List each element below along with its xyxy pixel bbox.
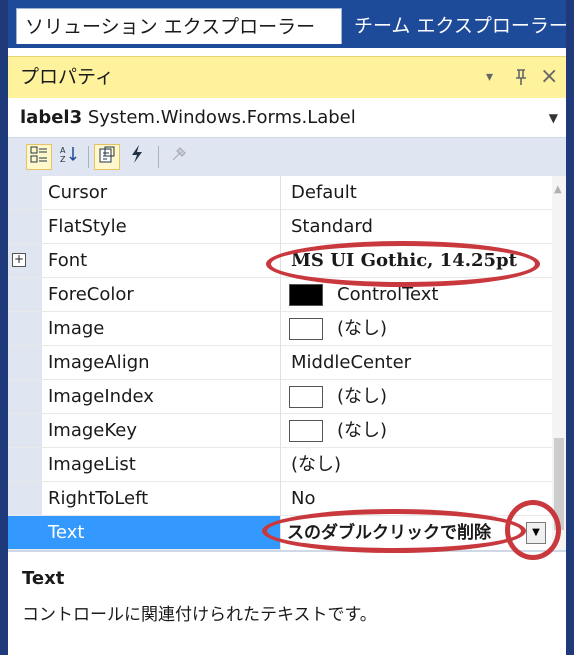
- property-value: Default: [291, 182, 357, 203]
- property-value-cell[interactable]: スのダブルクリックで削除 ▼: [280, 516, 552, 550]
- property-value[interactable]: スのダブルクリックで削除: [287, 516, 491, 550]
- scroll-up-icon[interactable]: ▲: [554, 184, 562, 195]
- property-value-cell[interactable]: (なし): [280, 380, 552, 414]
- property-value: MiddleCenter: [291, 352, 412, 373]
- window-frame-left: [0, 0, 8, 655]
- property-name: ImageAlign: [48, 352, 150, 373]
- property-pages-icon[interactable]: [166, 144, 192, 170]
- image-swatch: [289, 386, 323, 408]
- property-value-cell[interactable]: (なし): [280, 448, 552, 482]
- object-type: System.Windows.Forms.Label: [87, 107, 356, 128]
- image-swatch: [289, 420, 323, 442]
- properties-title-bar: プロパティ ▾ ×: [8, 56, 566, 98]
- property-row-forecolor[interactable]: ForeColor ControlText: [8, 278, 552, 312]
- property-name: ForeColor: [48, 284, 134, 305]
- property-row-font[interactable]: + Font MS UI Gothic, 14.25pt: [8, 244, 552, 278]
- property-value-cell[interactable]: No: [280, 482, 552, 516]
- property-name: ImageIndex: [48, 386, 154, 407]
- toolbar-separator: [88, 146, 89, 168]
- property-value: (なし): [337, 420, 388, 441]
- description-title: Text: [22, 568, 65, 589]
- properties-icon[interactable]: [94, 144, 120, 170]
- property-name: Text: [48, 522, 85, 543]
- image-swatch: [289, 318, 323, 340]
- property-value-cell[interactable]: (なし): [280, 312, 552, 346]
- property-row-imagekey[interactable]: ImageKey (なし): [8, 414, 552, 448]
- events-icon[interactable]: [124, 144, 150, 170]
- property-value-cell[interactable]: Standard: [280, 210, 552, 244]
- close-icon[interactable]: ×: [540, 57, 558, 97]
- categorized-icon[interactable]: [26, 144, 52, 170]
- property-name: Image: [48, 318, 105, 339]
- dropdown-arrow-icon[interactable]: ▾: [486, 57, 493, 97]
- property-name: Cursor: [48, 182, 108, 203]
- property-value: Standard: [291, 216, 373, 237]
- svg-text:Z: Z: [60, 155, 66, 164]
- object-name: label3: [20, 107, 83, 128]
- property-value: MS UI Gothic, 14.25pt: [291, 250, 517, 271]
- property-grid: Cursor Default FlatStyle Standard + Font…: [8, 176, 566, 550]
- alphabetical-icon[interactable]: AZ: [56, 144, 82, 170]
- scrollbar-thumb[interactable]: [554, 438, 564, 530]
- object-label: label3 System.Windows.Forms.Label: [20, 98, 356, 138]
- chevron-down-icon[interactable]: ▼: [549, 98, 558, 138]
- property-value-cell[interactable]: Default: [280, 176, 552, 210]
- expand-icon[interactable]: +: [12, 253, 26, 267]
- property-row-flatstyle[interactable]: FlatStyle Standard: [8, 210, 552, 244]
- property-name: FlatStyle: [48, 216, 127, 237]
- property-value: (なし): [291, 454, 342, 475]
- property-value: No: [291, 488, 316, 509]
- window-frame-right: [566, 0, 574, 655]
- property-name: Font: [48, 250, 88, 271]
- object-selector[interactable]: label3 System.Windows.Forms.Label ▼: [8, 98, 566, 138]
- toolbar-separator: [158, 146, 159, 168]
- pin-icon[interactable]: [514, 57, 528, 97]
- property-row-imagelist[interactable]: ImageList (なし): [8, 448, 552, 482]
- tab-team-explorer[interactable]: チーム エクスプローラー: [346, 8, 574, 44]
- properties-toolbar: AZ: [8, 138, 566, 176]
- property-name: RightToLeft: [48, 488, 149, 509]
- property-value-cell[interactable]: ControlText: [280, 278, 552, 312]
- color-swatch: [289, 284, 323, 306]
- property-value: (なし): [337, 318, 388, 339]
- dropdown-button[interactable]: ▼: [526, 522, 546, 544]
- property-value-cell[interactable]: MS UI Gothic, 14.25pt: [280, 244, 552, 278]
- property-row-imageindex[interactable]: ImageIndex (なし): [8, 380, 552, 414]
- property-value: (なし): [337, 386, 388, 407]
- svg-text:A: A: [60, 146, 66, 155]
- property-name: ImageKey: [48, 420, 138, 441]
- tab-solution-explorer[interactable]: ソリューション エクスプローラー: [16, 8, 342, 44]
- property-row-text[interactable]: Text スのダブルクリックで削除 ▼: [8, 516, 552, 550]
- panel-title: プロパティ: [20, 66, 114, 88]
- property-value-cell[interactable]: (なし): [280, 414, 552, 448]
- property-row-image[interactable]: Image (なし): [8, 312, 552, 346]
- property-row-cursor[interactable]: Cursor Default: [8, 176, 552, 210]
- description-panel: Text コントロールに関連付けられたテキストです。: [8, 550, 566, 655]
- property-value: ControlText: [337, 284, 439, 305]
- property-value-cell[interactable]: MiddleCenter: [280, 346, 552, 380]
- description-text: コントロールに関連付けられたテキストです。: [22, 605, 377, 625]
- property-row-righttoleft[interactable]: RightToLeft No: [8, 482, 552, 516]
- property-name: ImageList: [48, 454, 136, 475]
- property-row-imagealign[interactable]: ImageAlign MiddleCenter: [8, 346, 552, 380]
- tab-strip: ソリューション エクスプローラー チーム エクスプローラー: [8, 0, 568, 48]
- vertical-scrollbar[interactable]: ▲: [552, 176, 566, 550]
